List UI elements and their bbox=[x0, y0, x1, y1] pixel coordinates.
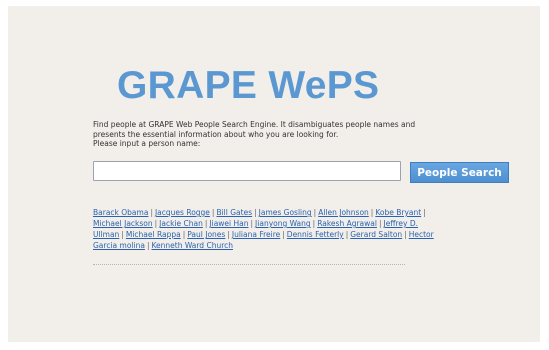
names-row-1: Barack Obama | Jacques Rogge | Bill Gates | Ja… bbox=[93, 207, 453, 218]
name-link-bill-gates[interactable]: Bill Gates bbox=[216, 208, 252, 217]
name-link-juliana-freire[interactable]: Juliana Freire bbox=[232, 230, 280, 239]
name-link-kobe-bryant[interactable]: Kobe Bryant bbox=[375, 208, 421, 217]
names-row-3: Ullman | Michael Rappa | Paul Jones | Juliana … bbox=[93, 229, 453, 240]
name-link-michael-rappa[interactable]: Michael Rappa bbox=[126, 230, 181, 239]
intro-line-2: presents the essential information about… bbox=[93, 129, 339, 139]
names-row-2: Michael Jackson | Jackie Chan | Jiawei Han | J… bbox=[93, 218, 453, 229]
name-link-hector-garcia-molina-part2[interactable]: Garcia molina bbox=[93, 241, 145, 250]
name-link-gerard-salton[interactable]: Gerard Salton bbox=[350, 230, 402, 239]
intro-text: Find people at GRAPE Web People Search E… bbox=[93, 120, 433, 149]
intro-line-3: Please input a person name: bbox=[93, 139, 201, 148]
people-search-button[interactable]: People Search bbox=[410, 162, 509, 183]
name-link-allen-johnson[interactable]: Allen Johnson bbox=[318, 208, 369, 217]
example-names-list: Barack Obama | Jacques Rogge | Bill Gates | Ja… bbox=[93, 207, 453, 251]
name-link-james-gosling[interactable]: James Gosling bbox=[259, 208, 312, 217]
name-link-michael-jackson[interactable]: Michael Jackson bbox=[93, 219, 153, 228]
intro-line-1: Find people at GRAPE Web People Search E… bbox=[93, 120, 416, 129]
site-logo: GRAPE WePS bbox=[117, 64, 380, 107]
name-link-barack-obama[interactable]: Barack Obama bbox=[93, 208, 148, 217]
person-name-input[interactable] bbox=[93, 161, 401, 181]
name-link-rakesh-agrawal[interactable]: Rakesh Agrawal bbox=[317, 219, 377, 228]
name-link-jackie-chan[interactable]: Jackie Chan bbox=[159, 219, 203, 228]
name-link-kenneth-ward-church[interactable]: Kenneth Ward Church bbox=[151, 241, 233, 250]
name-link-jacques-rogge[interactable]: Jacques Rogge bbox=[155, 208, 210, 217]
name-link-dennis-fetterly[interactable]: Dennis Fetterly bbox=[287, 230, 344, 239]
separator: | bbox=[423, 208, 426, 217]
names-row-4: Garcia molina | Kenneth Ward Church bbox=[93, 240, 453, 251]
dotted-divider bbox=[93, 264, 405, 265]
name-link-jiawei-han[interactable]: Jiawei Han bbox=[209, 219, 248, 228]
name-link-jeffrey-ullman-part2[interactable]: Ullman bbox=[93, 230, 119, 239]
name-link-jeffrey-ullman-part1[interactable]: Jeffrey D. bbox=[384, 219, 419, 228]
name-link-jianyong-wang[interactable]: Jianyong Wang bbox=[255, 219, 311, 228]
name-link-paul-jones[interactable]: Paul Jones bbox=[187, 230, 225, 239]
name-link-hector-garcia-molina-part1[interactable]: Hector bbox=[409, 230, 434, 239]
